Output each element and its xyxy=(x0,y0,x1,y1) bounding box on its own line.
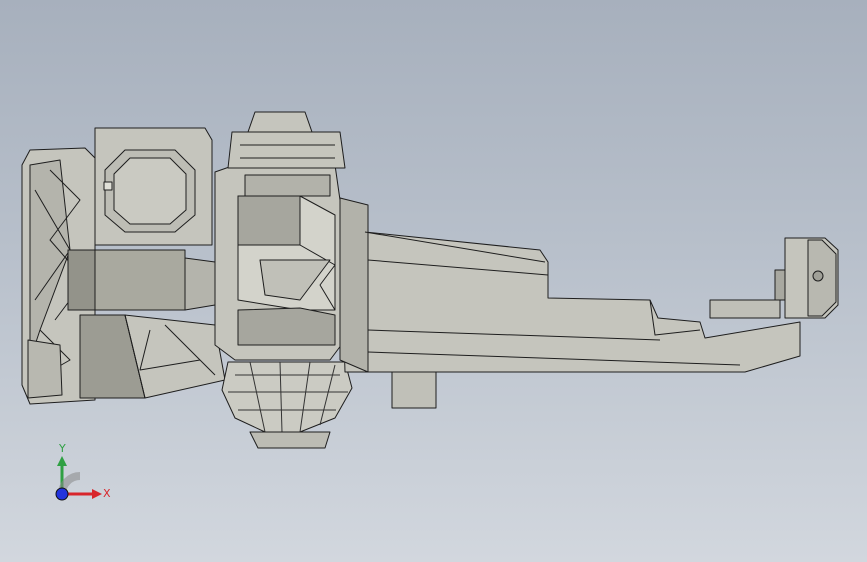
central-joint-part[interactable] xyxy=(214,164,346,361)
top-flange-part[interactable] xyxy=(227,111,346,169)
cad-model[interactable] xyxy=(0,0,867,562)
end-effector-part[interactable] xyxy=(709,237,839,319)
bottom-dome-part[interactable] xyxy=(221,361,353,449)
motor-housing-part[interactable] xyxy=(94,127,213,246)
gearbox-block[interactable] xyxy=(67,249,216,311)
y-axis-label: Y xyxy=(59,442,66,455)
x-axis-label: X xyxy=(103,487,111,500)
graphics-viewport[interactable]: Y X xyxy=(0,0,867,562)
lower-mount-block[interactable] xyxy=(79,314,226,399)
coordinate-triad-icon xyxy=(40,436,120,516)
